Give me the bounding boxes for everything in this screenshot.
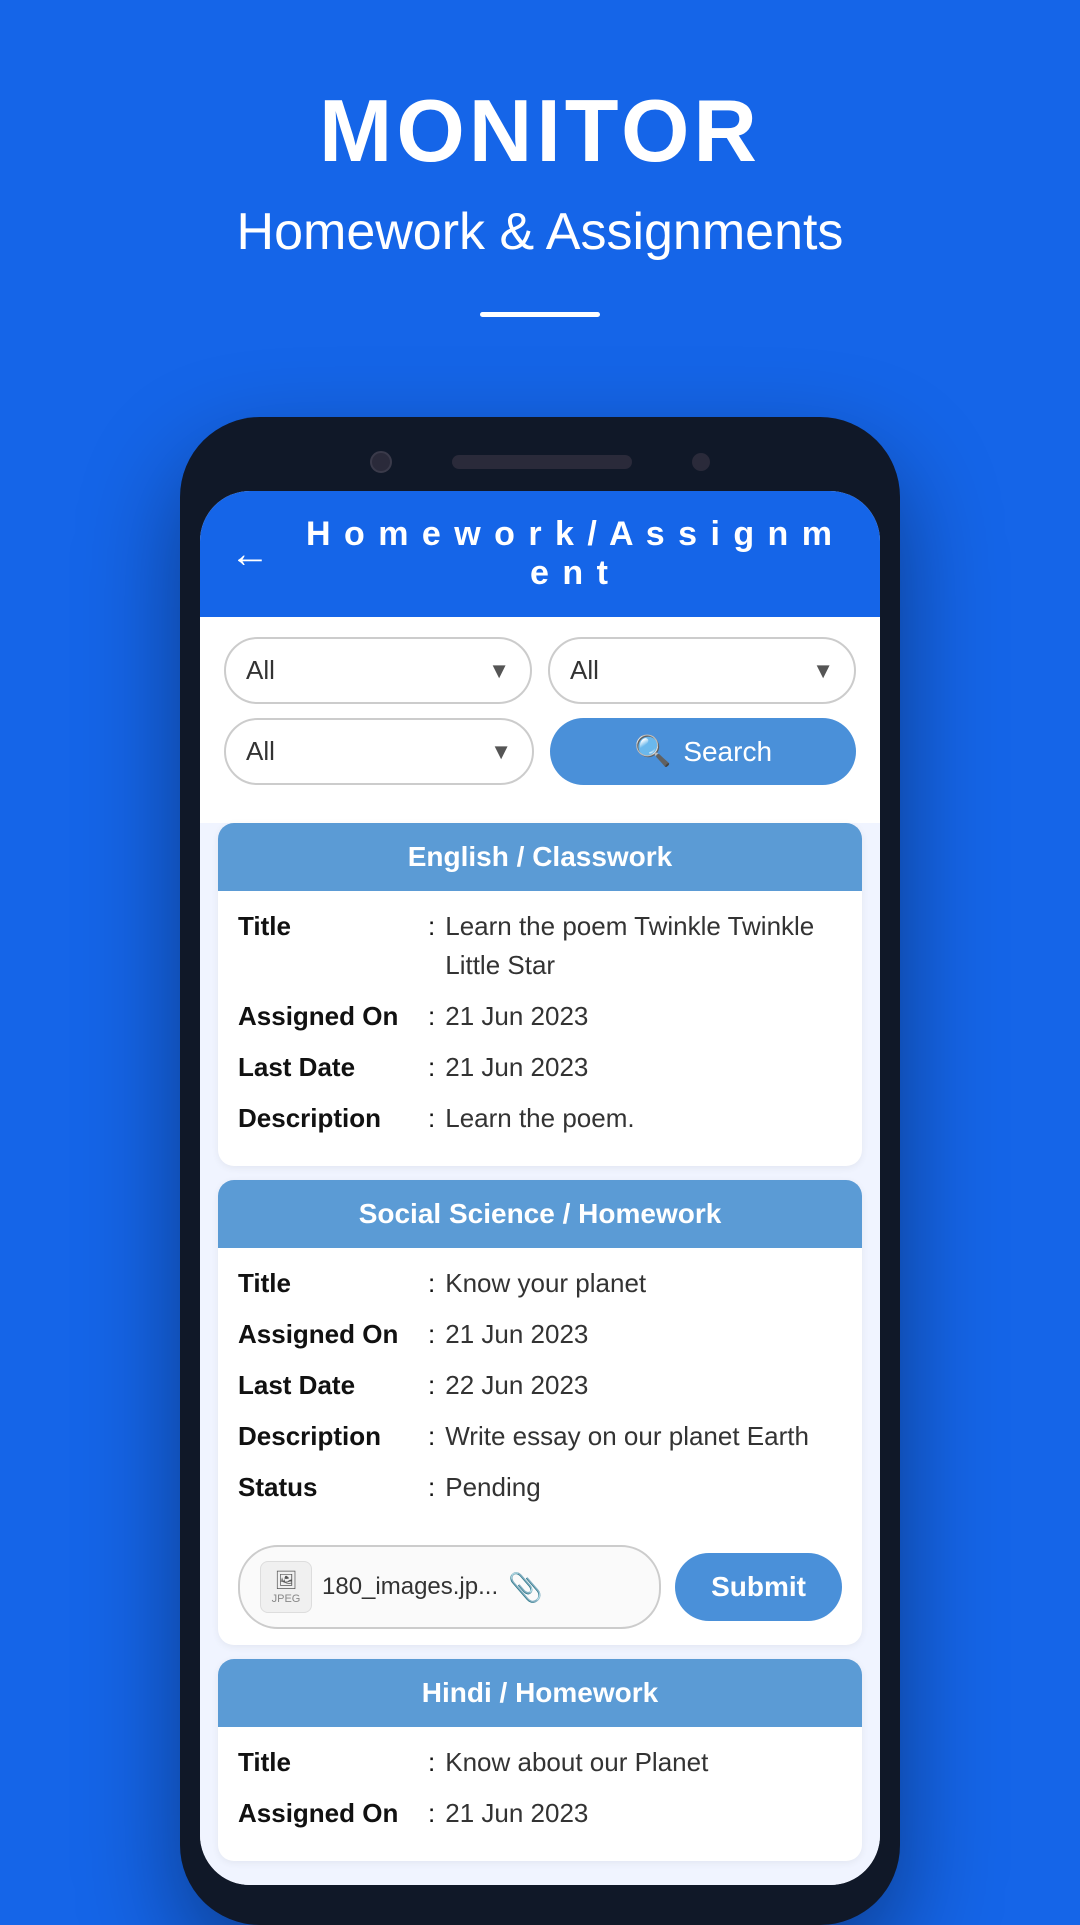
assignment-card: Hindi / Homework Title : Know about our … xyxy=(218,1659,862,1861)
search-icon: 🔍 xyxy=(634,734,671,769)
phone-camera xyxy=(370,451,392,473)
field-label: Title xyxy=(238,1264,428,1303)
field-value: Learn the poem Twinkle Twinkle Little St… xyxy=(445,907,842,985)
field-value: Write essay on our planet Earth xyxy=(445,1417,842,1456)
filter-row-1: All ▼ All ▼ xyxy=(224,637,856,704)
phone-speaker xyxy=(452,455,632,469)
colon: : xyxy=(428,1264,435,1303)
table-row: Assigned On : 21 Jun 2023 xyxy=(238,1315,842,1354)
colon: : xyxy=(428,1794,435,1833)
field-value: 21 Jun 2023 xyxy=(445,1315,842,1354)
phone-dot xyxy=(692,453,710,471)
card-body: Title : Learn the poem Twinkle Twinkle L… xyxy=(218,891,862,1166)
table-row: Description : Learn the poem. xyxy=(238,1099,842,1138)
filter-dropdown-3[interactable]: All ▼ xyxy=(224,718,534,785)
field-label: Description xyxy=(238,1099,428,1138)
field-label: Last Date xyxy=(238,1366,428,1405)
field-value: Pending xyxy=(445,1468,842,1507)
field-value: 21 Jun 2023 xyxy=(445,997,842,1036)
chevron-down-icon: ▼ xyxy=(490,739,512,765)
field-label: Title xyxy=(238,907,428,946)
colon: : xyxy=(428,1468,435,1507)
field-label: Description xyxy=(238,1417,428,1456)
file-type-label: JPEG xyxy=(272,1593,301,1605)
phone-shell: ← H o m e w o r k / A s s i g n m e n t … xyxy=(180,417,900,1925)
dropdown2-value: All xyxy=(570,655,599,686)
file-icon: 🖼 JPEG xyxy=(260,1561,312,1613)
search-button[interactable]: 🔍 Search xyxy=(550,718,856,785)
card-header: Hindi / Homework xyxy=(218,1659,862,1727)
submit-button[interactable]: Submit xyxy=(675,1553,842,1621)
main-title: MONITOR xyxy=(319,80,761,182)
table-row: Title : Know about our Planet xyxy=(238,1743,842,1782)
back-button[interactable]: ← xyxy=(230,534,270,574)
table-row: Assigned On : 21 Jun 2023 xyxy=(238,997,842,1036)
chevron-down-icon: ▼ xyxy=(812,658,834,684)
card-header-text: English / Classwork xyxy=(408,841,673,872)
field-value: Know about our Planet xyxy=(445,1743,842,1782)
field-label: Last Date xyxy=(238,1048,428,1087)
assignment-card: English / Classwork Title : Learn the po… xyxy=(218,823,862,1166)
dropdown3-value: All xyxy=(246,736,275,767)
card-header: English / Classwork xyxy=(218,823,862,891)
card-header-text: Social Science / Homework xyxy=(359,1198,722,1229)
table-row: Title : Learn the poem Twinkle Twinkle L… xyxy=(238,907,842,985)
field-label: Status xyxy=(238,1468,428,1507)
paperclip-icon: 📎 xyxy=(508,1571,543,1604)
colon: : xyxy=(428,1743,435,1782)
app-bar: ← H o m e w o r k / A s s i g n m e n t xyxy=(200,491,880,617)
subtitle: Homework & Assignments xyxy=(237,202,844,262)
card-header-text: Hindi / Homework xyxy=(422,1677,658,1708)
search-label: Search xyxy=(683,736,772,768)
chevron-down-icon: ▼ xyxy=(488,658,510,684)
colon: : xyxy=(428,1417,435,1456)
attachment-row: 🖼 JPEG 180_images.jp... 📎 Submit xyxy=(218,1535,862,1645)
field-value: Learn the poem. xyxy=(445,1099,842,1138)
field-label: Title xyxy=(238,1743,428,1782)
appbar-title: H o m e w o r k / A s s i g n m e n t xyxy=(290,515,850,593)
field-label: Assigned On xyxy=(238,997,428,1036)
attachment-name: 180_images.jp... xyxy=(322,1573,498,1601)
field-label: Assigned On xyxy=(238,1794,428,1833)
filter-section: All ▼ All ▼ All ▼ 🔍 Search xyxy=(200,617,880,809)
filter-row-2: All ▼ 🔍 Search xyxy=(224,718,856,785)
field-value: 21 Jun 2023 xyxy=(445,1794,842,1833)
colon: : xyxy=(428,1099,435,1138)
colon: : xyxy=(428,1315,435,1354)
colon: : xyxy=(428,1366,435,1405)
table-row: Assigned On : 21 Jun 2023 xyxy=(238,1794,842,1833)
assignment-card: Social Science / Homework Title : Know y… xyxy=(218,1180,862,1645)
colon: : xyxy=(428,997,435,1036)
table-row: Last Date : 21 Jun 2023 xyxy=(238,1048,842,1087)
table-row: Last Date : 22 Jun 2023 xyxy=(238,1366,842,1405)
colon: : xyxy=(428,1048,435,1087)
field-label: Assigned On xyxy=(238,1315,428,1354)
card-header: Social Science / Homework xyxy=(218,1180,862,1248)
field-value: Know your planet xyxy=(445,1264,842,1303)
table-row: Status : Pending xyxy=(238,1468,842,1507)
attachment-box[interactable]: 🖼 JPEG 180_images.jp... 📎 xyxy=(238,1545,661,1629)
card-body: Title : Know about our Planet Assigned O… xyxy=(218,1727,862,1861)
dropdown1-value: All xyxy=(246,655,275,686)
image-icon: 🖼 xyxy=(275,1570,298,1591)
table-row: Description : Write essay on our planet … xyxy=(238,1417,842,1456)
table-row: Title : Know your planet xyxy=(238,1264,842,1303)
colon: : xyxy=(428,907,435,946)
header-section: MONITOR Homework & Assignments xyxy=(0,0,1080,357)
field-value: 22 Jun 2023 xyxy=(445,1366,842,1405)
filter-dropdown-2[interactable]: All ▼ xyxy=(548,637,856,704)
phone-notch-bar xyxy=(200,437,880,487)
phone-wrapper: ← H o m e w o r k / A s s i g n m e n t … xyxy=(180,417,900,1925)
divider xyxy=(480,312,600,317)
field-value: 21 Jun 2023 xyxy=(445,1048,842,1087)
filter-dropdown-1[interactable]: All ▼ xyxy=(224,637,532,704)
cards-container: English / Classwork Title : Learn the po… xyxy=(200,823,880,1885)
phone-screen: ← H o m e w o r k / A s s i g n m e n t … xyxy=(200,491,880,1885)
card-body: Title : Know your planet Assigned On : 2… xyxy=(218,1248,862,1535)
